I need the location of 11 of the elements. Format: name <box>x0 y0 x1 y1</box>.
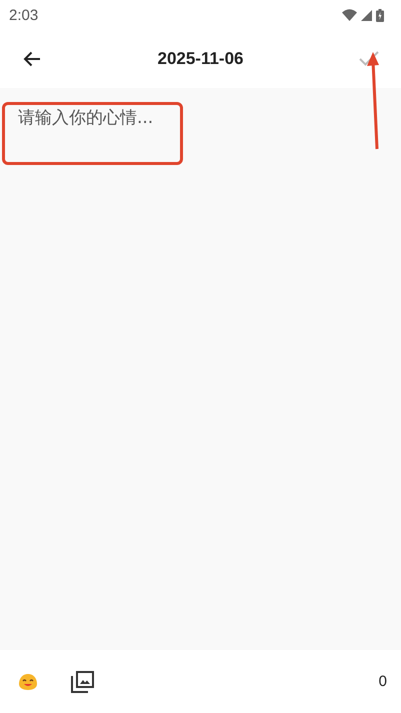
page-title: 2025-11-06 <box>157 49 244 69</box>
smiley-icon <box>18 672 38 690</box>
mood-input-field[interactable]: 请输入你的心情... <box>18 106 383 166</box>
gallery-icon[interactable] <box>71 670 95 692</box>
battery-icon <box>376 8 384 22</box>
signal-icon <box>361 10 372 20</box>
back-arrow-icon <box>23 51 41 67</box>
wifi-icon <box>342 9 357 21</box>
status-time: 2:03 <box>9 6 38 24</box>
character-count: 0 <box>378 673 387 690</box>
checkmark-icon <box>359 51 379 67</box>
